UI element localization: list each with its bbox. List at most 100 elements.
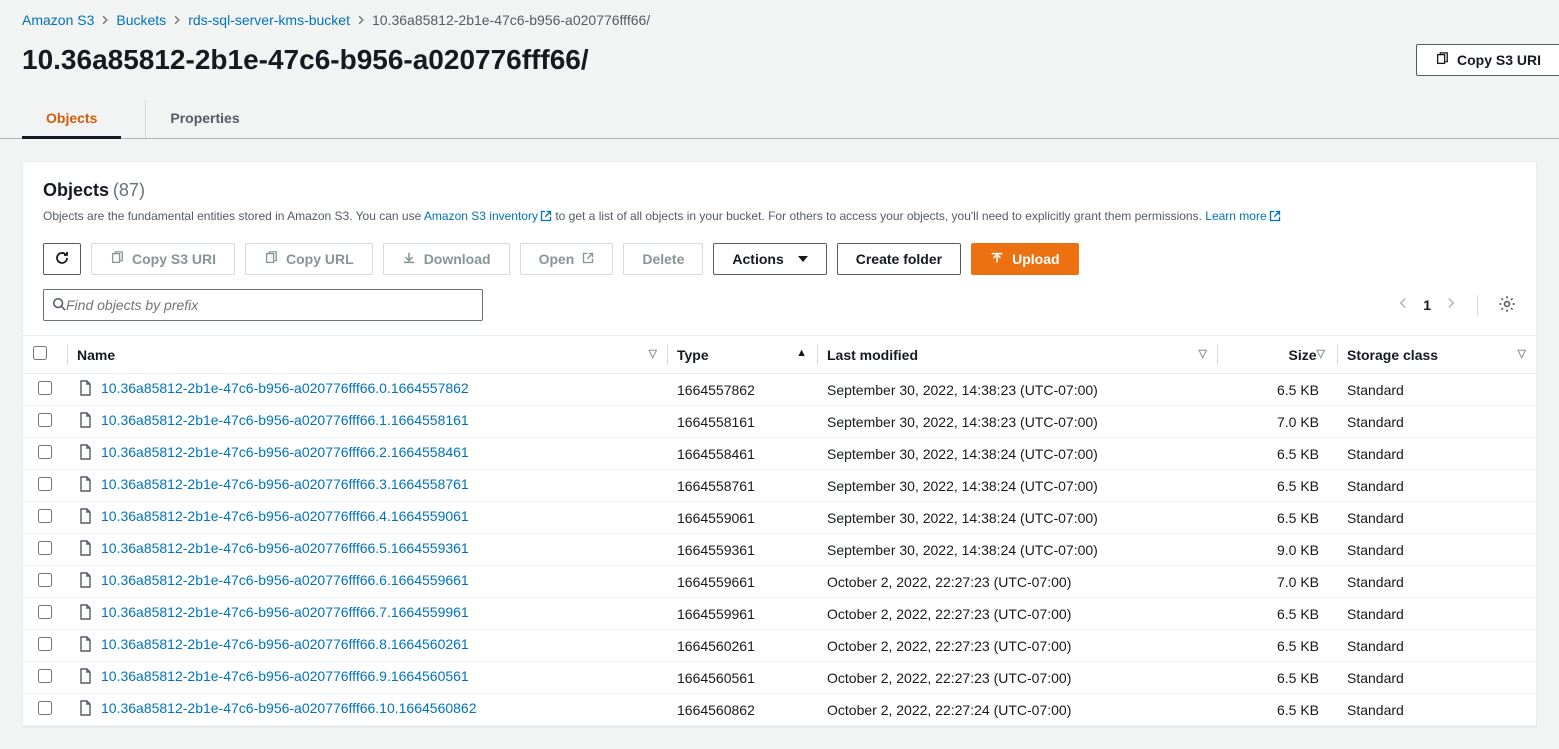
object-name-link[interactable]: 10.36a85812-2b1e-47c6-b956-a020776fff66.… [101, 476, 469, 492]
object-modified: October 2, 2022, 22:27:24 (UTC-07:00) [817, 694, 1217, 726]
object-name-link[interactable]: 10.36a85812-2b1e-47c6-b956-a020776fff66.… [101, 380, 469, 396]
copy-s3-uri-label: Copy S3 URI [1457, 52, 1541, 68]
object-type: 1664559661 [667, 566, 817, 598]
table-row: 10.36a85812-2b1e-47c6-b956-a020776fff66.… [23, 566, 1536, 598]
column-size[interactable]: Size▽ [1217, 336, 1337, 374]
row-checkbox[interactable] [38, 477, 52, 491]
sort-asc-icon: ▲ [796, 347, 807, 359]
learn-more-link[interactable]: Learn more [1205, 209, 1280, 223]
object-size: 6.5 KB [1217, 662, 1337, 694]
refresh-button[interactable] [43, 243, 81, 275]
current-page: 1 [1423, 297, 1431, 313]
caret-down-icon [798, 256, 808, 262]
object-type: 1664560862 [667, 694, 817, 726]
object-modified: October 2, 2022, 22:27:23 (UTC-07:00) [817, 630, 1217, 662]
next-page-button[interactable] [1445, 296, 1457, 314]
create-folder-button[interactable]: Create folder [837, 243, 961, 275]
page-title: 10.36a85812-2b1e-47c6-b956-a020776fff66/ [22, 44, 589, 76]
object-modified: September 30, 2022, 14:38:24 (UTC-07:00) [817, 438, 1217, 470]
inventory-link[interactable]: Amazon S3 inventory [424, 209, 552, 223]
table-row: 10.36a85812-2b1e-47c6-b956-a020776fff66.… [23, 406, 1536, 438]
actions-dropdown[interactable]: Actions [713, 243, 826, 275]
sort-icon: ▽ [1518, 347, 1526, 360]
tab-properties[interactable]: Properties [166, 100, 243, 138]
search-input-wrapper[interactable] [43, 289, 483, 321]
table-row: 10.36a85812-2b1e-47c6-b956-a020776fff66.… [23, 502, 1536, 534]
breadcrumb-root[interactable]: Amazon S3 [22, 12, 94, 28]
sort-icon: ▽ [1317, 347, 1325, 360]
row-checkbox[interactable] [38, 605, 52, 619]
object-type: 1664560561 [667, 662, 817, 694]
table-row: 10.36a85812-2b1e-47c6-b956-a020776fff66.… [23, 662, 1536, 694]
copy-s3-uri-button[interactable]: Copy S3 URI [91, 243, 235, 275]
object-size: 6.5 KB [1217, 630, 1337, 662]
file-icon [77, 540, 93, 559]
button-label: Delete [642, 251, 684, 267]
copy-s3-uri-header-button[interactable]: Copy S3 URI [1416, 44, 1559, 76]
objects-panel: Objects (87) Objects are the fundamental… [22, 161, 1537, 727]
row-checkbox[interactable] [38, 445, 52, 459]
breadcrumb-bucket[interactable]: rds-sql-server-kms-bucket [188, 12, 350, 28]
object-name-link[interactable]: 10.36a85812-2b1e-47c6-b956-a020776fff66.… [101, 412, 469, 428]
prev-page-button[interactable] [1397, 296, 1409, 314]
breadcrumb-buckets[interactable]: Buckets [116, 12, 166, 28]
object-modified: October 2, 2022, 22:27:23 (UTC-07:00) [817, 566, 1217, 598]
column-name[interactable]: Name▽ [67, 336, 667, 374]
object-modified: September 30, 2022, 14:38:23 (UTC-07:00) [817, 406, 1217, 438]
upload-button[interactable]: Upload [971, 243, 1078, 275]
row-checkbox[interactable] [38, 509, 52, 523]
row-checkbox[interactable] [38, 669, 52, 683]
button-label: Copy URL [286, 251, 354, 267]
file-icon [77, 636, 93, 655]
copy-icon [1435, 52, 1449, 69]
chevron-right-icon [172, 12, 182, 28]
column-storage[interactable]: Storage class▽ [1337, 336, 1536, 374]
sort-icon: ▽ [649, 347, 657, 360]
breadcrumb-current: 10.36a85812-2b1e-47c6-b956-a020776fff66/ [372, 12, 650, 28]
column-type[interactable]: Type▲ [667, 336, 817, 374]
open-button[interactable]: Open [520, 243, 614, 275]
button-label: Copy S3 URI [132, 251, 216, 267]
button-label: Upload [1012, 251, 1059, 267]
object-type: 1664559961 [667, 598, 817, 630]
file-icon [77, 444, 93, 463]
object-modified: September 30, 2022, 14:38:24 (UTC-07:00) [817, 502, 1217, 534]
search-input[interactable] [66, 297, 474, 313]
row-checkbox[interactable] [38, 541, 52, 555]
tab-objects[interactable]: Objects [42, 100, 101, 138]
object-storage: Standard [1337, 598, 1536, 630]
row-checkbox[interactable] [38, 573, 52, 587]
object-storage: Standard [1337, 630, 1536, 662]
object-name-link[interactable]: 10.36a85812-2b1e-47c6-b956-a020776fff66.… [101, 508, 469, 524]
object-size: 6.5 KB [1217, 374, 1337, 406]
file-icon [77, 508, 93, 527]
panel-title: Objects [43, 180, 109, 200]
download-button[interactable]: Download [383, 243, 510, 275]
object-name-link[interactable]: 10.36a85812-2b1e-47c6-b956-a020776fff66.… [101, 540, 469, 556]
delete-button[interactable]: Delete [623, 243, 703, 275]
object-size: 6.5 KB [1217, 598, 1337, 630]
file-icon [77, 700, 93, 719]
external-link-icon [540, 209, 552, 227]
external-link-icon [1269, 209, 1281, 227]
object-name-link[interactable]: 10.36a85812-2b1e-47c6-b956-a020776fff66.… [101, 700, 477, 716]
select-all-checkbox[interactable] [33, 346, 47, 360]
object-name-link[interactable]: 10.36a85812-2b1e-47c6-b956-a020776fff66.… [101, 444, 469, 460]
object-name-link[interactable]: 10.36a85812-2b1e-47c6-b956-a020776fff66.… [101, 668, 469, 684]
object-storage: Standard [1337, 566, 1536, 598]
object-name-link[interactable]: 10.36a85812-2b1e-47c6-b956-a020776fff66.… [101, 572, 469, 588]
copy-url-button[interactable]: Copy URL [245, 243, 373, 275]
object-type: 1664558161 [667, 406, 817, 438]
settings-button[interactable] [1498, 295, 1516, 316]
object-name-link[interactable]: 10.36a85812-2b1e-47c6-b956-a020776fff66.… [101, 604, 469, 620]
copy-icon [264, 251, 278, 268]
object-modified: September 30, 2022, 14:38:24 (UTC-07:00) [817, 470, 1217, 502]
column-modified[interactable]: Last modified▽ [817, 336, 1217, 374]
object-name-link[interactable]: 10.36a85812-2b1e-47c6-b956-a020776fff66.… [101, 636, 469, 652]
row-checkbox[interactable] [38, 701, 52, 715]
row-checkbox[interactable] [38, 637, 52, 651]
row-checkbox[interactable] [38, 413, 52, 427]
file-icon [77, 412, 93, 431]
object-storage: Standard [1337, 470, 1536, 502]
row-checkbox[interactable] [38, 381, 52, 395]
